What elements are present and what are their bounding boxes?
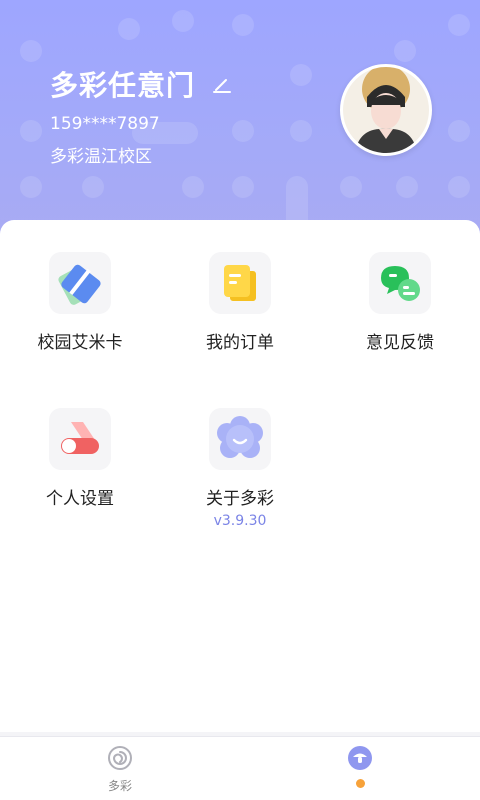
- edit-icon[interactable]: [209, 72, 233, 96]
- app-version: v3.9.30: [213, 513, 267, 529]
- document-icon: [209, 252, 271, 314]
- bottom-tab-bar: 多彩: [0, 736, 480, 800]
- toggle-icon: [49, 408, 111, 470]
- grid-item-settings[interactable]: 个人设置: [0, 408, 160, 509]
- grid-item-feedback[interactable]: 意见反馈: [320, 252, 480, 353]
- profile-name-row[interactable]: 多彩任意门: [50, 64, 233, 104]
- tab-home[interactable]: 多彩: [0, 737, 240, 800]
- flower-smile-icon: [209, 408, 271, 470]
- chat-bubble-icon: [369, 252, 431, 314]
- tab-mine-active-dot: [355, 779, 365, 788]
- tab-home-label: 多彩: [107, 779, 132, 793]
- grid-item-campus-card[interactable]: 校园艾米卡: [0, 252, 160, 353]
- spiral-icon: [0, 745, 240, 775]
- settings-label: 个人设置: [46, 489, 114, 509]
- profile-phone: 159****7897: [50, 114, 160, 134]
- feedback-label: 意见反馈: [366, 333, 434, 353]
- grid-item-about[interactable]: 关于多彩 v3.9.30: [160, 408, 320, 529]
- avatar[interactable]: [340, 64, 432, 156]
- profile-header: 多彩任意门 159****7897 多彩温江校区: [0, 0, 480, 250]
- campus-card-label: 校园艾米卡: [37, 333, 123, 353]
- grid-item-my-orders[interactable]: 我的订单: [160, 252, 320, 353]
- profile-name: 多彩任意门: [50, 69, 196, 102]
- mushroom-icon: [240, 745, 480, 775]
- tab-mine[interactable]: [240, 737, 480, 800]
- menu-card: 校园艾米卡 我的订单 意见反馈 个人设置 关于多彩 v3.9.30: [0, 220, 480, 732]
- card-icon: [49, 252, 111, 314]
- about-label: 关于多彩: [206, 489, 274, 509]
- my-orders-label: 我的订单: [206, 333, 274, 353]
- profile-campus: 多彩温江校区: [50, 147, 152, 167]
